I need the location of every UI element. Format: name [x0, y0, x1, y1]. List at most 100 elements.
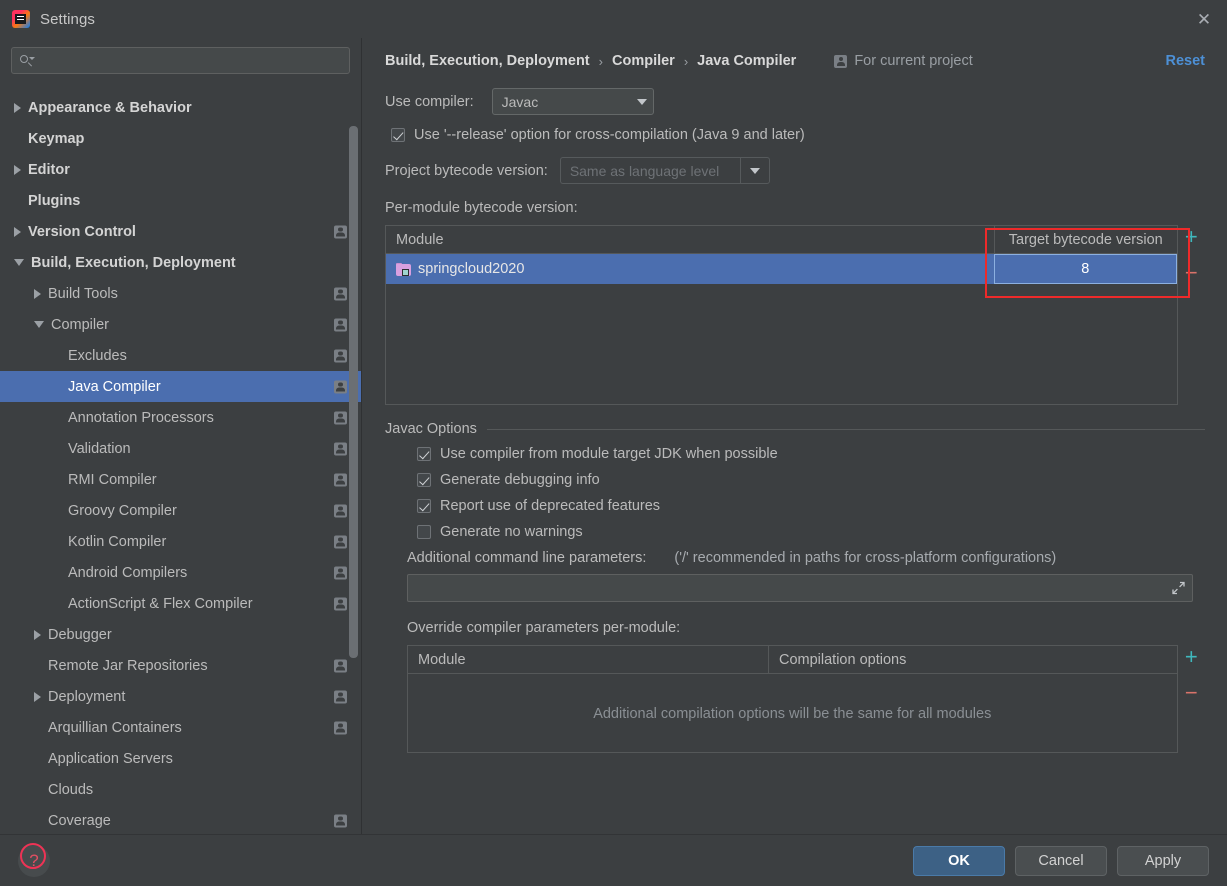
chevron-right-icon[interactable] — [34, 691, 41, 702]
sidebar-item-label: Validation — [68, 440, 131, 457]
override-table-container: Module Compilation options Additional co… — [407, 645, 1205, 753]
sidebar-item-actionscript-flex-compiler[interactable]: ActionScript & Flex Compiler — [0, 588, 361, 619]
sidebar-item-excludes[interactable]: Excludes — [0, 340, 361, 371]
sidebar-item-groovy-compiler[interactable]: Groovy Compiler — [0, 495, 361, 526]
remove-module-button[interactable]: − — [1185, 262, 1198, 284]
column-header-compilation-options[interactable]: Compilation options — [768, 646, 1177, 673]
additional-params-input[interactable] — [407, 574, 1193, 602]
sidebar-item-plugins[interactable]: Plugins — [0, 185, 361, 216]
sidebar-item-editor[interactable]: Editor — [0, 154, 361, 185]
sidebar-item-appearance-behavior[interactable]: Appearance & Behavior — [0, 92, 361, 123]
project-scope-icon — [334, 411, 347, 424]
sidebar-item-compiler[interactable]: Compiler — [0, 309, 361, 340]
sidebar-item-rmi-compiler[interactable]: RMI Compiler — [0, 464, 361, 495]
title-bar: Settings ✕ — [0, 0, 1227, 38]
column-header-target-bytecode[interactable]: Target bytecode version — [994, 226, 1177, 253]
settings-sidebar: Appearance & Behavior Keymap Editor Plugins… — [0, 38, 362, 834]
javac-option-row[interactable]: Use compiler from module target JDK when… — [417, 446, 1205, 462]
cancel-button[interactable]: Cancel — [1015, 845, 1107, 876]
additional-params-row: Additional command line parameters: ('/'… — [407, 550, 1205, 566]
sidebar-item-remote-jar-repositories[interactable]: Remote Jar Repositories — [0, 650, 361, 681]
sidebar-item-label: Keymap — [28, 130, 85, 147]
sidebar-item-java-compiler[interactable]: Java Compiler — [0, 371, 361, 402]
sidebar-item-application-servers[interactable]: Application Servers — [0, 743, 361, 774]
javac-option-row[interactable]: Generate no warnings — [417, 524, 1205, 540]
release-option-row[interactable]: Use '--release' option for cross-compila… — [391, 127, 1205, 143]
chevron-right-icon[interactable] — [34, 288, 41, 299]
chevron-down-icon[interactable] — [34, 321, 44, 328]
project-scope-icon — [334, 721, 347, 734]
search-input[interactable] — [37, 53, 342, 68]
sidebar-item-validation[interactable]: Validation — [0, 433, 361, 464]
remove-override-button[interactable]: − — [1185, 682, 1198, 704]
chevron-right-icon[interactable] — [34, 629, 41, 640]
cell-module[interactable]: springcloud2020 — [386, 254, 994, 284]
javac-option-row[interactable]: Generate debugging info — [417, 472, 1205, 488]
release-option-label: Use '--release' option for cross-compila… — [414, 127, 805, 143]
sidebar-item-label: Appearance & Behavior — [28, 99, 192, 116]
breadcrumb-item-2: Java Compiler — [697, 53, 797, 69]
window-title: Settings — [40, 10, 95, 28]
table-row[interactable]: springcloud2020 8 — [386, 254, 1177, 284]
javac-option-row[interactable]: Report use of deprecated features — [417, 498, 1205, 514]
module-bytecode-table[interactable]: Module Target bytecode version springclo… — [385, 225, 1178, 405]
add-override-button[interactable]: + — [1185, 646, 1198, 668]
javac-option-checkbox[interactable] — [417, 447, 431, 461]
apply-button[interactable]: Apply — [1117, 845, 1209, 876]
javac-option-checkbox[interactable] — [417, 473, 431, 487]
chevron-right-icon[interactable] — [14, 102, 21, 113]
ok-button[interactable]: OK — [913, 845, 1005, 876]
sidebar-item-build-tools[interactable]: Build Tools — [0, 278, 361, 309]
project-scope-icon — [334, 442, 347, 455]
sidebar-item-clouds[interactable]: Clouds — [0, 774, 361, 805]
reset-link[interactable]: Reset — [1166, 53, 1206, 69]
javac-option-checkbox[interactable] — [417, 499, 431, 513]
chevron-right-icon[interactable] — [14, 226, 21, 237]
cell-target-bytecode[interactable]: 8 — [994, 254, 1177, 284]
use-compiler-select[interactable]: Javac — [491, 88, 654, 115]
project-scope-icon — [334, 225, 347, 238]
project-scope-icon — [334, 318, 347, 331]
override-params-table[interactable]: Module Compilation options Additional co… — [407, 645, 1178, 753]
project-bytecode-row: Project bytecode version: Same as langua… — [385, 157, 1205, 184]
javac-option-label: Generate no warnings — [440, 524, 583, 540]
sidebar-item-label: Arquillian Containers — [48, 719, 182, 736]
javac-options-checkbox-list: Use compiler from module target JDK when… — [417, 446, 1205, 540]
search-box[interactable] — [11, 47, 350, 74]
help-button[interactable]: ? — [18, 844, 50, 877]
breadcrumb-item-1[interactable]: Compiler — [612, 53, 675, 69]
add-module-button[interactable]: + — [1185, 226, 1198, 248]
sidebar-item-label: Coverage — [48, 812, 111, 829]
sidebar-item-arquillian-containers[interactable]: Arquillian Containers — [0, 712, 361, 743]
sidebar-item-label: Java Compiler — [68, 378, 161, 395]
sidebar-item-keymap[interactable]: Keymap — [0, 123, 361, 154]
project-scope-icon — [334, 690, 347, 703]
chevron-down-icon[interactable] — [14, 259, 24, 266]
release-option-checkbox[interactable] — [391, 128, 405, 142]
sidebar-item-coverage[interactable]: Coverage — [0, 805, 361, 834]
project-scope-icon — [334, 473, 347, 486]
chevron-right-icon[interactable] — [14, 164, 21, 175]
project-scope-icon — [834, 54, 848, 68]
sidebar-item-android-compilers[interactable]: Android Compilers — [0, 557, 361, 588]
column-header-module[interactable]: Module — [386, 226, 994, 253]
breadcrumb: Build, Execution, Deployment › Compiler … — [385, 42, 1205, 80]
sidebar-item-annotation-processors[interactable]: Annotation Processors — [0, 402, 361, 433]
sidebar-item-deployment[interactable]: Deployment — [0, 681, 361, 712]
sidebar-item-kotlin-compiler[interactable]: Kotlin Compiler — [0, 526, 361, 557]
sidebar-scrollbar-thumb[interactable] — [349, 126, 358, 658]
breadcrumb-item-0[interactable]: Build, Execution, Deployment — [385, 53, 590, 69]
project-bytecode-dropdown-button[interactable] — [739, 157, 770, 184]
javac-option-label: Report use of deprecated features — [440, 498, 661, 514]
expand-editor-icon[interactable] — [1172, 581, 1185, 595]
column-header-module[interactable]: Module — [408, 646, 768, 673]
override-table-buttons: + − — [1178, 645, 1205, 704]
sidebar-item-build-execution-deployment[interactable]: Build, Execution, Deployment — [0, 247, 361, 278]
sidebar-item-version-control[interactable]: Version Control — [0, 216, 361, 247]
javac-option-checkbox[interactable] — [417, 525, 431, 539]
module-table-container: Module Target bytecode version springclo… — [385, 225, 1205, 405]
close-icon[interactable]: ✕ — [1181, 0, 1227, 38]
chevron-down-icon — [636, 98, 647, 105]
sidebar-item-debugger[interactable]: Debugger — [0, 619, 361, 650]
override-table-empty-message: Additional compilation options will be t… — [593, 705, 992, 722]
